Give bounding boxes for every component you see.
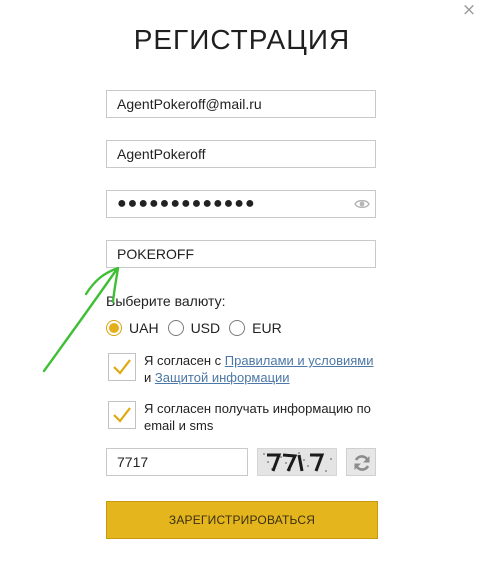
register-button[interactable]: ЗАРЕГИСТРИРОВАТЬСЯ bbox=[106, 501, 378, 539]
captcha-value: 7717 bbox=[117, 454, 149, 470]
newsletter-text: Я согласен получать информацию по email … bbox=[144, 401, 371, 433]
terms-checkbox[interactable] bbox=[108, 353, 136, 381]
currency-option-eur[interactable]: EUR bbox=[229, 320, 282, 336]
username-value: AgentPokeroff bbox=[117, 146, 206, 162]
email-value: AgentPokeroff@mail.ru bbox=[117, 96, 262, 112]
currency-option-usd[interactable]: USD bbox=[167, 320, 221, 336]
radio-icon bbox=[167, 320, 184, 336]
close-icon[interactable]: × bbox=[461, 2, 477, 19]
radio-selected-icon bbox=[106, 320, 122, 336]
terms-and: и bbox=[144, 370, 155, 385]
terms-prefix: Я согласен с bbox=[144, 353, 225, 368]
password-value: ●●●●●●●●●●●●● bbox=[117, 195, 256, 212]
newsletter-checkbox[interactable] bbox=[108, 401, 136, 429]
privacy-link[interactable]: Защитой информации bbox=[155, 370, 290, 385]
currency-option-label: UAH bbox=[129, 320, 159, 336]
promo-code-field[interactable]: POKEROFF bbox=[106, 240, 376, 268]
refresh-captcha-button[interactable] bbox=[346, 448, 376, 476]
annotation-arrow bbox=[42, 266, 120, 373]
rules-link[interactable]: Правилами и условиями bbox=[225, 353, 374, 368]
checkmark-icon bbox=[113, 359, 131, 375]
username-field[interactable]: AgentPokeroff bbox=[106, 140, 376, 168]
checkmark-icon bbox=[113, 407, 131, 423]
currency-option-label: EUR bbox=[252, 320, 282, 336]
radio-icon bbox=[229, 320, 246, 336]
currency-label: Выберите валюту: bbox=[106, 293, 226, 309]
page-title: РЕГИСТРАЦИЯ bbox=[133, 24, 351, 55]
currency-option-uah[interactable]: UAH bbox=[106, 320, 159, 336]
refresh-icon bbox=[354, 455, 370, 471]
email-field[interactable]: AgentPokeroff@mail.ru bbox=[106, 90, 376, 118]
terms-text: Я согласен с Правилами и условиями и Защ… bbox=[144, 352, 384, 386]
eye-icon[interactable] bbox=[354, 197, 370, 211]
promo-code-value: POKEROFF bbox=[117, 246, 195, 262]
captcha-image bbox=[257, 448, 337, 476]
currency-option-label: USD bbox=[190, 320, 221, 336]
captcha-input[interactable]: 7717 bbox=[106, 448, 248, 476]
password-field[interactable]: ●●●●●●●●●●●●● bbox=[106, 190, 376, 218]
currency-radio-group: UAH USD EUR bbox=[106, 318, 291, 338]
